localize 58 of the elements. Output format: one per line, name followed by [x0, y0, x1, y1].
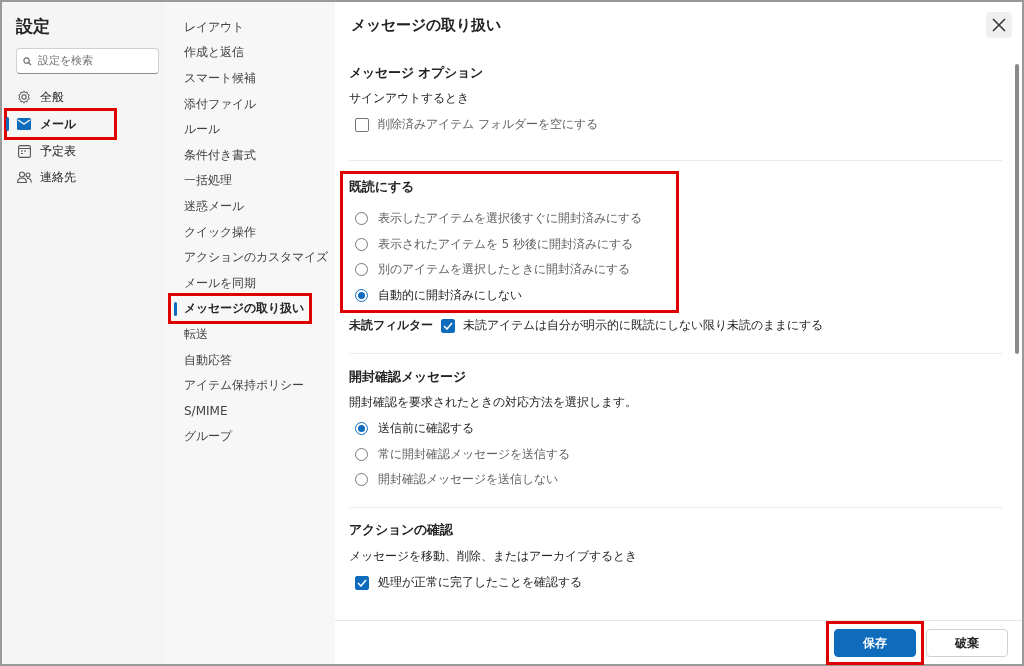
- option-label[interactable]: 表示されたアイテムを 5 秒後に開封済みにする: [378, 235, 633, 253]
- subnav-item[interactable]: 一括処理: [165, 167, 335, 194]
- subnav-item[interactable]: 自動応答: [165, 346, 335, 373]
- section-title: 既読にする: [349, 177, 415, 196]
- selection-indicator: [174, 301, 177, 316]
- selection-indicator: [6, 117, 9, 131]
- field-label: 未読フィルター: [349, 317, 433, 335]
- subnav-item[interactable]: クイック操作: [165, 218, 335, 245]
- calendar-icon: [17, 144, 31, 158]
- checkbox[interactable]: [441, 319, 455, 333]
- panel-title: メッセージの取り扱い: [351, 14, 501, 36]
- option-label[interactable]: 別のアイテムを選択したときに開封済みにする: [378, 261, 630, 279]
- option-label[interactable]: 表示したアイテムを選択後すぐに開封済みにする: [378, 210, 642, 228]
- gear-icon: [17, 90, 31, 104]
- subnav-item[interactable]: S/MIME: [165, 397, 335, 424]
- section-title: アクションの確認: [349, 521, 454, 540]
- checkbox[interactable]: [355, 575, 369, 590]
- section-title: メッセージ オプション: [349, 63, 485, 82]
- subnav-item[interactable]: アクションのカスタマイズ: [165, 244, 335, 270]
- subnav-item[interactable]: 作成と返信: [165, 39, 335, 66]
- subnav-item[interactable]: ルール: [165, 116, 335, 142]
- search-icon: [23, 56, 32, 66]
- mail-icon: [17, 118, 31, 130]
- subnav-item[interactable]: メッセージの取り扱い: [171, 295, 309, 322]
- section-title: 開封確認メッセージ: [349, 367, 467, 386]
- nav-item[interactable]: メール: [16, 111, 114, 137]
- subnav-item[interactable]: 迷惑メール: [165, 193, 335, 219]
- field-label: メッセージを移動、削除、またはアーカイブするとき: [349, 547, 638, 565]
- search-input[interactable]: 設定を検索: [38, 52, 152, 70]
- option-label[interactable]: 送信前に確認する: [378, 420, 474, 438]
- option-label[interactable]: 常に開封確認メッセージを送信する: [378, 445, 570, 463]
- save-button[interactable]: 保存: [834, 628, 916, 657]
- option-label[interactable]: 自動的に開封済みにしない: [378, 286, 522, 304]
- subnav-item[interactable]: レイアウト: [165, 14, 335, 40]
- subnav-item[interactable]: 転送: [165, 321, 335, 347]
- scrollbar-thumb[interactable]: [1015, 64, 1019, 354]
- people-icon: [16, 171, 32, 183]
- field-label: サインアウトするとき: [349, 90, 470, 108]
- checkbox-label[interactable]: 未読アイテムは自分が明示的に既読にしない限り未読のままにする: [463, 317, 823, 335]
- discard-button[interactable]: 破棄: [926, 628, 1008, 657]
- search-box[interactable]: 設定を検索: [16, 48, 159, 74]
- subnav-item[interactable]: 条件付き書式: [165, 141, 335, 168]
- subnav-item[interactable]: アイテム保持ポリシー: [165, 372, 335, 398]
- option-label[interactable]: 開封確認メッセージを送信しない: [378, 471, 558, 489]
- subnav-item[interactable]: スマート候補: [165, 65, 335, 91]
- nav-item[interactable]: 全般: [16, 84, 159, 110]
- field-label: 開封確認を要求されたときの対応方法を選択します。: [349, 394, 638, 412]
- subnav-item[interactable]: 添付ファイル: [165, 90, 335, 117]
- subnav-item[interactable]: メールを同期: [165, 269, 335, 296]
- checkbox-label[interactable]: 削除済みアイテム フォルダーを空にする: [378, 116, 598, 134]
- close-button[interactable]: [986, 12, 1012, 38]
- checkbox-label[interactable]: 処理が正常に完了したことを確認する: [378, 573, 582, 592]
- subnav-item[interactable]: グループ: [165, 423, 335, 450]
- checkbox[interactable]: [355, 118, 369, 132]
- nav-item[interactable]: 連絡先: [16, 164, 159, 190]
- nav-item[interactable]: 予定表: [16, 138, 159, 164]
- close-icon: [992, 18, 1006, 32]
- settings-title: 設定: [16, 15, 51, 36]
